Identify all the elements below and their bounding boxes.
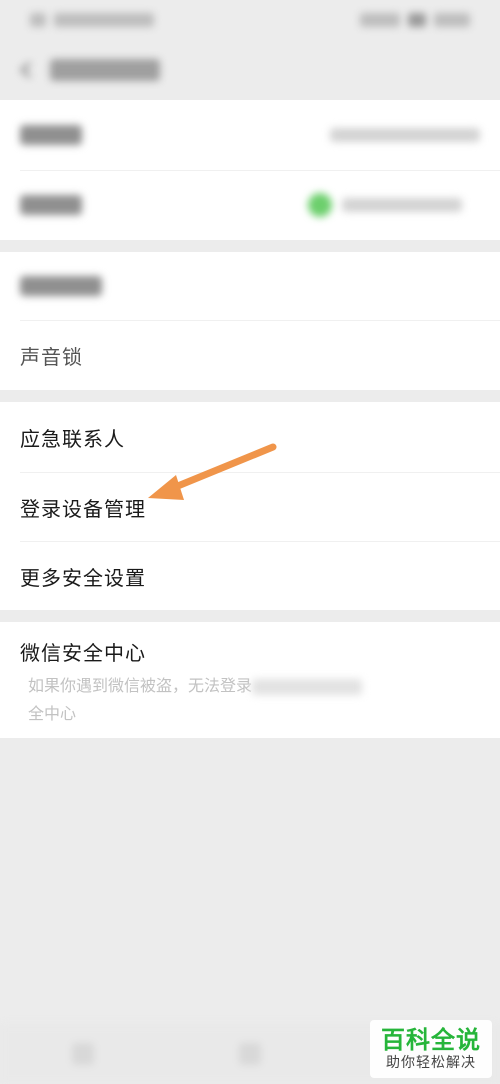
- description-start: 如果你遇到微信被盗，无法登录: [28, 676, 253, 695]
- phone-row[interactable]: [0, 170, 500, 240]
- notification-icon: [30, 13, 46, 27]
- more-security-settings-label: 更多安全设置: [20, 565, 146, 590]
- emergency-contact-label: 应急联系人: [20, 426, 125, 451]
- status-bar-right: [360, 13, 470, 27]
- lock-card: 声音锁: [0, 252, 500, 390]
- page-title: [50, 59, 160, 81]
- security-card: 应急联系人 登录设备管理 更多安全设置: [0, 402, 500, 610]
- watermark-title: 百科全说: [381, 1026, 481, 1054]
- account-row[interactable]: [0, 100, 500, 170]
- battery-icon: [408, 13, 426, 27]
- password-row[interactable]: [0, 252, 500, 320]
- watermark-subtitle: 助你轻松解决: [386, 1055, 476, 1071]
- more-security-settings-row[interactable]: 更多安全设置: [0, 541, 500, 611]
- voice-lock-label: 声音锁: [20, 344, 83, 369]
- phone-value: [308, 193, 462, 217]
- phone-label: [20, 195, 82, 215]
- home-icon[interactable]: [238, 1043, 261, 1065]
- account-card: [0, 100, 500, 240]
- account-label: [20, 125, 82, 145]
- description-end: 全中心: [28, 704, 77, 723]
- voice-lock-row[interactable]: 声音锁: [0, 320, 500, 390]
- clock: [434, 13, 470, 27]
- emergency-contact-row[interactable]: 应急联系人: [0, 402, 500, 472]
- verified-icon: [308, 193, 332, 217]
- password-label: [20, 276, 102, 296]
- status-bar-left: [30, 13, 154, 27]
- security-center-label: 微信安全中心: [20, 640, 146, 665]
- account-value: [330, 128, 480, 142]
- menu-icon[interactable]: [72, 1043, 95, 1065]
- login-device-management-label: 登录设备管理: [20, 496, 146, 521]
- title-bar: [0, 40, 500, 100]
- login-device-management-row[interactable]: 登录设备管理: [0, 472, 500, 542]
- description-blurred: [252, 678, 363, 695]
- status-bar: [0, 0, 500, 40]
- watermark-logo: 百科全说 助你轻松解决: [370, 1020, 492, 1078]
- security-center-description: 如果你遇到微信被盗，无法登录 全中心: [28, 672, 448, 728]
- phone-number: [342, 198, 462, 212]
- status-info: [54, 13, 154, 27]
- signal-icon: [360, 13, 400, 27]
- back-arrow-icon[interactable]: [18, 61, 36, 79]
